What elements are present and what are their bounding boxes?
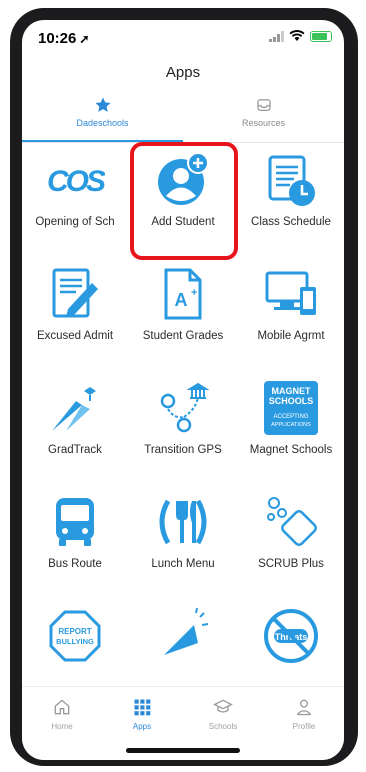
page-title: Apps — [165, 64, 201, 81]
app-student-grades[interactable]: A + Student Grades — [130, 264, 236, 374]
app-label: Transition GPS — [144, 444, 222, 456]
megaphone-icon — [164, 607, 209, 655]
badge-line: ACCEPTING — [273, 414, 308, 420]
app-label: Lunch Menu — [151, 558, 215, 570]
app-label: Magnet Schools — [249, 444, 333, 456]
bubbles-icon — [267, 497, 317, 546]
app-magnet-schools[interactable]: MAGNET SCHOOLS ACCEPTING APPLICATIONS Magne… — [238, 378, 344, 488]
home-icon — [54, 699, 70, 715]
star-icon — [95, 97, 110, 112]
app-transition-gps[interactable]: Transition GPS — [130, 378, 236, 488]
app-label: GradTrack — [48, 444, 102, 456]
nav-label: Home — [51, 722, 73, 731]
tab-label: Resources — [241, 118, 286, 128]
magnet-schools-icon: MAGNETSCHOOLS ACCEPTING APPLICATIONS — [264, 381, 318, 435]
app-add-student[interactable]: Add Student — [130, 150, 236, 260]
status-time: 10:26 ➚ — [38, 30, 90, 47]
app-class-schedule[interactable]: Class Schedule — [238, 150, 344, 260]
cos-logo-icon: COS — [47, 165, 105, 198]
gradtrack-icon — [52, 387, 96, 431]
nav-home[interactable]: Home — [22, 697, 102, 731]
app-gradtrack[interactable]: GradTrack — [22, 378, 128, 488]
nav-schools[interactable]: Schools — [183, 697, 263, 731]
tab-label: Dadeschools — [76, 118, 129, 128]
badge-line: BULLYING — [56, 637, 94, 646]
app-opening-of-schools[interactable]: COS Opening of Sch — [22, 150, 128, 260]
app-label: Opening of Sch — [35, 216, 115, 228]
tab-resources[interactable]: Resources — [183, 96, 344, 128]
app-excused-admit[interactable]: Excused Admit — [22, 264, 128, 374]
tab-dadeschools[interactable]: Dadeschools — [22, 96, 183, 128]
wifi-icon — [289, 30, 305, 41]
app-label: Bus Route — [48, 558, 102, 570]
devices-icon — [265, 271, 316, 315]
app-label: Excused Admit — [36, 330, 114, 342]
app-label: Student Grades — [142, 330, 224, 342]
app-label: Mobile Agrmt — [257, 330, 325, 342]
app-mobile-agreement[interactable]: Mobile Agrmt — [238, 264, 344, 374]
nav-apps[interactable]: Apps — [102, 697, 182, 731]
home-indicator[interactable] — [126, 748, 240, 753]
svg-text:+: + — [191, 287, 197, 299]
nav-label: Schools — [208, 722, 238, 731]
add-user-icon — [158, 152, 209, 205]
badge-line: MAGNET — [272, 386, 311, 396]
nav-profile[interactable]: Profile — [264, 697, 344, 731]
schedule-icon — [268, 155, 315, 206]
document-pen-icon — [52, 268, 98, 318]
app-label: SCRUB Plus — [258, 558, 324, 570]
signal-icon — [269, 30, 284, 42]
nav-label: Profile — [292, 722, 316, 731]
svg-text:COS: COS — [47, 165, 105, 198]
badge-line: APPLICATIONS — [271, 422, 311, 428]
graduation-cap-icon — [213, 699, 233, 713]
nav-label: Apps — [132, 722, 152, 731]
grid-icon — [134, 699, 151, 716]
app-label: Class Schedule — [251, 216, 331, 228]
app-lunch-menu[interactable]: Lunch Menu — [130, 492, 236, 602]
status-icons — [269, 30, 332, 42]
report-bullying-icon: REPORTBULLYING — [49, 610, 101, 662]
bus-icon — [56, 498, 94, 546]
battery-icon — [310, 30, 332, 42]
location-arrow-icon: ➚ — [79, 32, 90, 46]
tab-divider — [22, 142, 344, 143]
map-route-icon — [160, 382, 210, 433]
grades-icon: A + — [164, 268, 202, 320]
app-screen: 10:26 ➚ Apps Dadeschools Resources COS Op… — [22, 20, 344, 760]
person-icon — [296, 699, 312, 716]
app-scrub-plus[interactable]: SCRUB Plus — [238, 492, 344, 602]
app-bus-route[interactable]: Bus Route — [22, 492, 128, 602]
svg-text:A: A — [175, 290, 188, 310]
badge-line: SCHOOLS — [269, 396, 314, 406]
status-bar: 10:26 ➚ — [22, 20, 344, 54]
app-label: Add Student — [151, 216, 215, 228]
no-threats-icon: Threats — [264, 609, 318, 663]
inbox-icon — [256, 99, 271, 111]
badge-line: REPORT — [58, 627, 91, 636]
utensils-icon — [159, 499, 207, 545]
